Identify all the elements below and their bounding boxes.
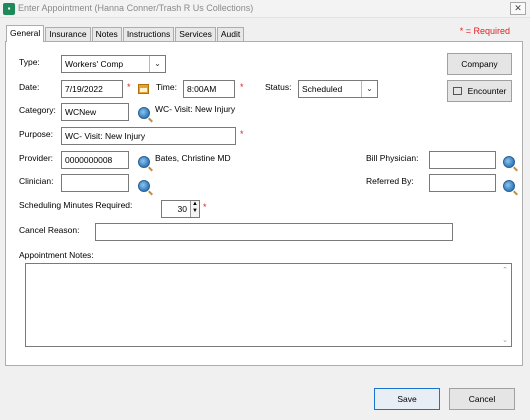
general-panel: Type: Workers' Comp ⌄ Company Date: 7/19… [5, 41, 523, 366]
status-select[interactable]: Scheduled ⌄ [298, 80, 378, 98]
clinician-label: Clinician: [19, 176, 54, 186]
spin-buttons[interactable]: ▲ ▼ [190, 201, 199, 217]
cancel-reason-label: Cancel Reason: [19, 225, 80, 235]
minutes-required-marker: * [203, 202, 207, 212]
scroll-up-icon[interactable]: ⌃ [502, 266, 508, 274]
purpose-label: Purpose: [19, 129, 54, 139]
date-required-marker: * [127, 82, 131, 92]
minutes-stepper[interactable]: 30 ▲ ▼ [161, 200, 200, 218]
company-button[interactable]: Company [447, 53, 512, 75]
search-icon[interactable] [503, 180, 515, 192]
title-bar: ▪ Enter Appointment (Hanna Conner/Trash … [0, 0, 530, 18]
encounter-button[interactable]: Encounter [447, 80, 512, 102]
category-field[interactable]: WCNew [61, 103, 129, 121]
tab-instructions[interactable]: Instructions [122, 27, 175, 42]
save-button[interactable]: Save [374, 388, 440, 410]
date-field[interactable]: 7/19/2022 [61, 80, 123, 98]
provider-name: Bates, Christine MD [155, 153, 231, 163]
purpose-required-marker: * [240, 129, 244, 139]
tab-general[interactable]: General [6, 25, 45, 42]
provider-field[interactable]: 0000000008 [61, 151, 129, 169]
type-label: Type: [19, 57, 40, 67]
search-icon[interactable] [138, 156, 150, 168]
spin-down-icon[interactable]: ▼ [191, 208, 199, 215]
close-button[interactable]: ✕ [510, 2, 526, 15]
app-icon: ▪ [3, 3, 15, 15]
notes-textarea[interactable]: ⌃ ⌄ [25, 263, 512, 347]
chevron-down-icon: ⌄ [149, 56, 165, 72]
chevron-down-icon: ⌄ [361, 81, 377, 97]
status-label: Status: [265, 82, 292, 92]
referred-by-field[interactable] [429, 174, 496, 192]
tab-audit[interactable]: Audit [216, 27, 245, 42]
bill-physician-field[interactable] [429, 151, 496, 169]
tab-notes[interactable]: Notes [91, 27, 122, 42]
cancel-reason-field[interactable] [95, 223, 453, 241]
time-required-marker: * [240, 82, 244, 92]
scroll-down-icon[interactable]: ⌄ [502, 336, 508, 344]
provider-label: Provider: [19, 153, 54, 163]
type-select[interactable]: Workers' Comp ⌄ [61, 55, 166, 73]
category-label: Category: [19, 105, 56, 115]
date-label: Date: [19, 82, 40, 92]
tab-insurance[interactable]: Insurance [45, 27, 91, 42]
calendar-icon[interactable] [138, 84, 149, 94]
tab-strip: General Insurance Notes Instructions Ser… [6, 25, 245, 42]
status-value: Scheduled [302, 84, 343, 94]
search-icon[interactable] [138, 180, 150, 192]
encounter-icon [452, 86, 462, 95]
minutes-label: Scheduling Minutes Required: [19, 200, 133, 210]
notes-label: Appointment Notes: [19, 250, 94, 260]
referred-by-label: Referred By: [366, 176, 414, 186]
category-description: WC- Visit: New Injury [155, 104, 236, 114]
encounter-label: Encounter [467, 86, 507, 96]
type-value: Workers' Comp [65, 59, 124, 69]
search-icon[interactable] [503, 156, 515, 168]
time-label: Time: [156, 82, 177, 92]
required-note: * = Required [459, 26, 510, 36]
clinician-field[interactable] [61, 174, 129, 192]
purpose-field[interactable]: WC- Visit: New Injury [61, 127, 236, 145]
cancel-button[interactable]: Cancel [449, 388, 515, 410]
bill-physician-label: Bill Physician: [366, 153, 419, 163]
spin-up-icon[interactable]: ▲ [191, 201, 199, 208]
search-icon[interactable] [138, 107, 150, 119]
window-title: Enter Appointment (Hanna Conner/Trash R … [18, 3, 254, 13]
time-field[interactable]: 8:00AM [183, 80, 235, 98]
tab-services[interactable]: Services [175, 27, 216, 42]
minutes-value: 30 [177, 204, 187, 214]
